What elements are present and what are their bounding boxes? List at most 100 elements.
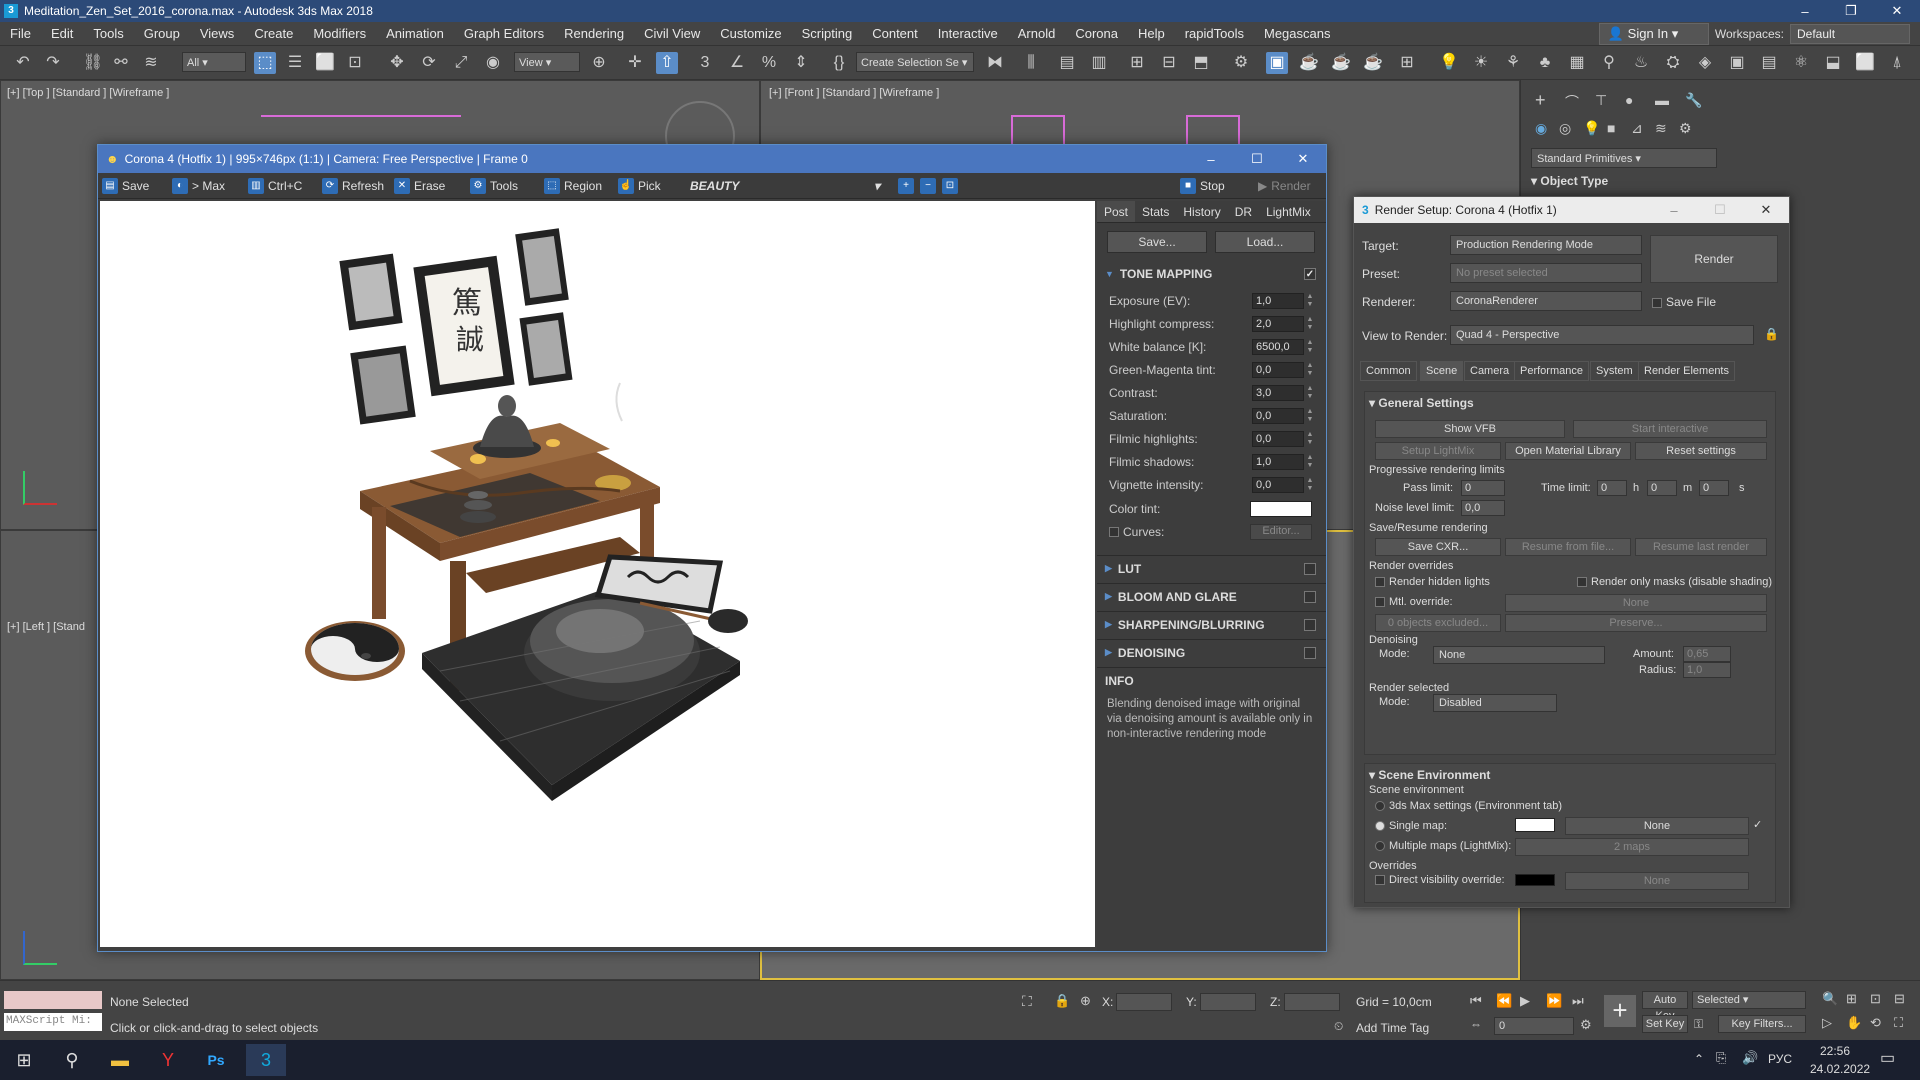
layer-explorer-icon[interactable]: ▤: [1056, 52, 1078, 74]
start-interactive-button[interactable]: Start interactive: [1573, 420, 1767, 438]
tone-mapping-checkbox[interactable]: ✓: [1304, 268, 1316, 280]
material-editor-icon[interactable]: ⬒: [1190, 52, 1212, 74]
hidden-lights-checkbox[interactable]: Render hidden lights: [1375, 576, 1490, 588]
zoom-extents-all-icon[interactable]: ⊟: [1894, 991, 1905, 1007]
rotate-icon[interactable]: ⟳: [418, 52, 440, 74]
close-icon[interactable]: ✕: [1874, 3, 1920, 19]
key-mode-icon[interactable]: ⇔: [1470, 1017, 1482, 1031]
zoom-icon[interactable]: 🔍: [1822, 991, 1838, 1007]
corona-interactive-icon[interactable]: ▤: [1758, 52, 1780, 74]
menu-graph-editors[interactable]: Graph Editors: [454, 26, 554, 41]
move-icon[interactable]: ✥: [386, 52, 408, 74]
auto-key-button[interactable]: Auto Key: [1642, 991, 1688, 1022]
curves-editor-button[interactable]: Editor...: [1250, 524, 1312, 540]
add-time-tag[interactable]: Add Time Tag: [1356, 1021, 1429, 1035]
resume-from-file-button[interactable]: Resume from file...: [1505, 538, 1631, 556]
save-cxr-button[interactable]: Save CXR...: [1375, 538, 1501, 556]
single-map-color-swatch[interactable]: [1515, 818, 1555, 832]
env-3dsmax-radio[interactable]: 3ds Max settings (Environment tab): [1375, 800, 1562, 812]
menu-tools[interactable]: Tools: [83, 26, 133, 41]
scene-environment-header[interactable]: ▾ Scene Environment: [1369, 768, 1490, 782]
render-iterative-icon[interactable]: ☕: [1330, 52, 1352, 74]
lights-icon[interactable]: 💡: [1583, 120, 1600, 137]
angle-snap-icon[interactable]: ∠: [726, 52, 748, 74]
corona-slicer-icon[interactable]: ⛭: [1662, 52, 1684, 74]
open-material-library-button[interactable]: Open Material Library: [1505, 442, 1631, 460]
color-tint-swatch[interactable]: [1250, 501, 1312, 517]
systems-icon[interactable]: ⚙: [1679, 120, 1692, 137]
time-minutes-field[interactable]: 0: [1647, 480, 1677, 496]
menu-file[interactable]: File: [0, 26, 41, 41]
show-vfb-button[interactable]: Show VFB: [1375, 420, 1565, 438]
percent-snap-icon[interactable]: %: [758, 52, 780, 74]
pass-limit-field[interactable]: 0: [1461, 480, 1505, 496]
named-selection-dropdown[interactable]: Create Selection Se ▾: [856, 52, 974, 72]
spinner-snap-icon[interactable]: ⇕: [790, 52, 812, 74]
resume-last-render-button[interactable]: Resume last render: [1635, 538, 1767, 556]
maximize-viewport-icon[interactable]: ⛶: [1894, 1015, 1903, 1031]
reset-settings-button[interactable]: Reset settings: [1635, 442, 1767, 460]
ribbon-icon[interactable]: ▥: [1088, 52, 1110, 74]
corona-scatter-icon[interactable]: ♣: [1534, 52, 1556, 74]
menu-arnold[interactable]: Arnold: [1008, 26, 1066, 41]
spinner-icon[interactable]: ▲ ▼: [1306, 454, 1314, 470]
align-icon[interactable]: ⫼: [1020, 52, 1042, 74]
menu-views[interactable]: Views: [190, 26, 244, 41]
filmic-highlights-field[interactable]: 0,0: [1252, 431, 1304, 447]
create-tab-icon[interactable]: +: [1535, 90, 1546, 111]
vfb-region-button[interactable]: ⬚ Region: [544, 177, 602, 195]
corona-tools-icon[interactable]: ⬓: [1822, 52, 1844, 74]
undo-icon[interactable]: ↶: [12, 52, 34, 74]
key-set-dropdown[interactable]: Selected ▾: [1692, 991, 1806, 1009]
bind-space-warp-icon[interactable]: ≋: [140, 52, 162, 74]
vfb-to-max-button[interactable]: ◐ > Max: [172, 177, 225, 195]
corona-decal-icon[interactable]: ♨: [1630, 52, 1652, 74]
vfb-save-button[interactable]: ▤ Save: [102, 177, 149, 195]
selection-lock-icon[interactable]: 🔒: [1054, 993, 1070, 1009]
sharpening-section[interactable]: ▶ SHARPENING/BLURRING: [1097, 611, 1326, 637]
keyboard-shortcut-icon[interactable]: ⇧: [656, 52, 678, 74]
single-map-radio[interactable]: Single map:: [1375, 820, 1447, 832]
menu-megascans[interactable]: Megascans: [1254, 26, 1340, 41]
photoshop-icon[interactable]: Ps: [196, 1044, 236, 1076]
vfb-maximize-icon[interactable]: ☐: [1234, 151, 1280, 167]
geometry-icon[interactable]: ◉: [1535, 120, 1547, 137]
placement-icon[interactable]: ◉: [482, 52, 504, 74]
only-masks-checkbox[interactable]: Render only masks (disable shading): [1577, 576, 1772, 588]
menu-animation[interactable]: Animation: [376, 26, 454, 41]
curves-checkbox[interactable]: [1109, 527, 1119, 537]
bloom-checkbox[interactable]: [1304, 590, 1316, 603]
preset-dropdown[interactable]: No preset selected: [1450, 263, 1642, 283]
spinner-icon[interactable]: ▲ ▼: [1306, 339, 1314, 355]
utilities-tab-icon[interactable]: 🔧: [1685, 92, 1702, 109]
menu-create[interactable]: Create: [244, 26, 303, 41]
noise-limit-field[interactable]: 0,0: [1461, 500, 1505, 516]
spinner-icon[interactable]: ▲ ▼: [1306, 408, 1314, 424]
helpers-icon[interactable]: ⊿: [1631, 120, 1643, 137]
spinner-icon[interactable]: ▲ ▼: [1306, 316, 1314, 332]
denoise-mode-dropdown[interactable]: None: [1433, 646, 1605, 664]
mtl-override-checkbox[interactable]: Mtl. override:: [1375, 596, 1453, 608]
shapes-icon[interactable]: ◎: [1559, 120, 1571, 137]
multiple-maps-button[interactable]: 2 maps: [1515, 838, 1749, 856]
cameras-icon[interactable]: ■: [1607, 120, 1615, 136]
select-object-icon[interactable]: ⬚: [254, 52, 276, 74]
schematic-view-icon[interactable]: ⊟: [1158, 52, 1180, 74]
vfb-pick-button[interactable]: ☝ Pick: [618, 177, 661, 195]
saturation-field[interactable]: 0,0: [1252, 408, 1304, 424]
unlink-icon[interactable]: ⚯: [110, 52, 132, 74]
tab-common[interactable]: Common: [1360, 361, 1417, 381]
yandex-browser-icon[interactable]: Y: [148, 1044, 188, 1076]
tab-history[interactable]: History: [1176, 201, 1227, 222]
menu-scripting[interactable]: Scripting: [792, 26, 863, 41]
corona-converter-icon[interactable]: ▦: [1566, 52, 1588, 74]
spinner-icon[interactable]: ▲ ▼: [1306, 477, 1314, 493]
rs-close-icon[interactable]: ✕: [1743, 202, 1789, 218]
set-key-button[interactable]: Set Key: [1642, 1015, 1688, 1033]
menu-modifiers[interactable]: Modifiers: [303, 26, 376, 41]
corona-lightmix-icon[interactable]: ⚛: [1790, 52, 1812, 74]
pan-icon[interactable]: ✋: [1846, 1015, 1862, 1031]
workspace-dropdown[interactable]: Default: [1790, 23, 1910, 44]
tab-system[interactable]: System: [1590, 361, 1639, 381]
multiple-maps-radio[interactable]: Multiple maps (LightMix):: [1375, 840, 1511, 852]
